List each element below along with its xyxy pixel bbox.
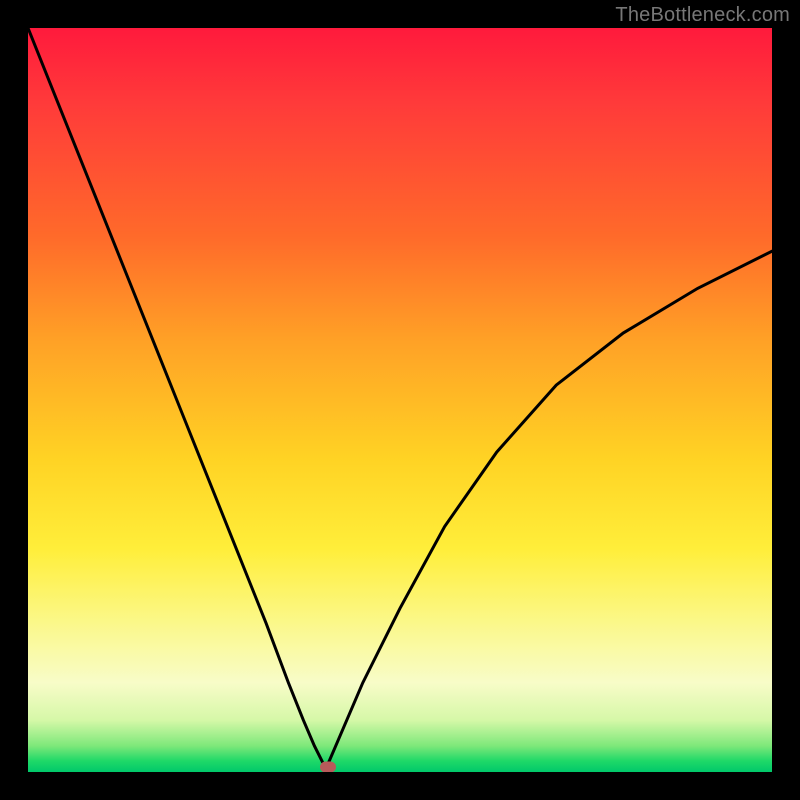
minimum-marker: [320, 761, 336, 772]
bottleneck-curve: [28, 28, 772, 768]
watermark-text: TheBottleneck.com: [615, 4, 790, 27]
curve-svg: [28, 28, 772, 772]
chart-frame: TheBottleneck.com: [0, 0, 800, 800]
plot-area: [28, 28, 772, 772]
